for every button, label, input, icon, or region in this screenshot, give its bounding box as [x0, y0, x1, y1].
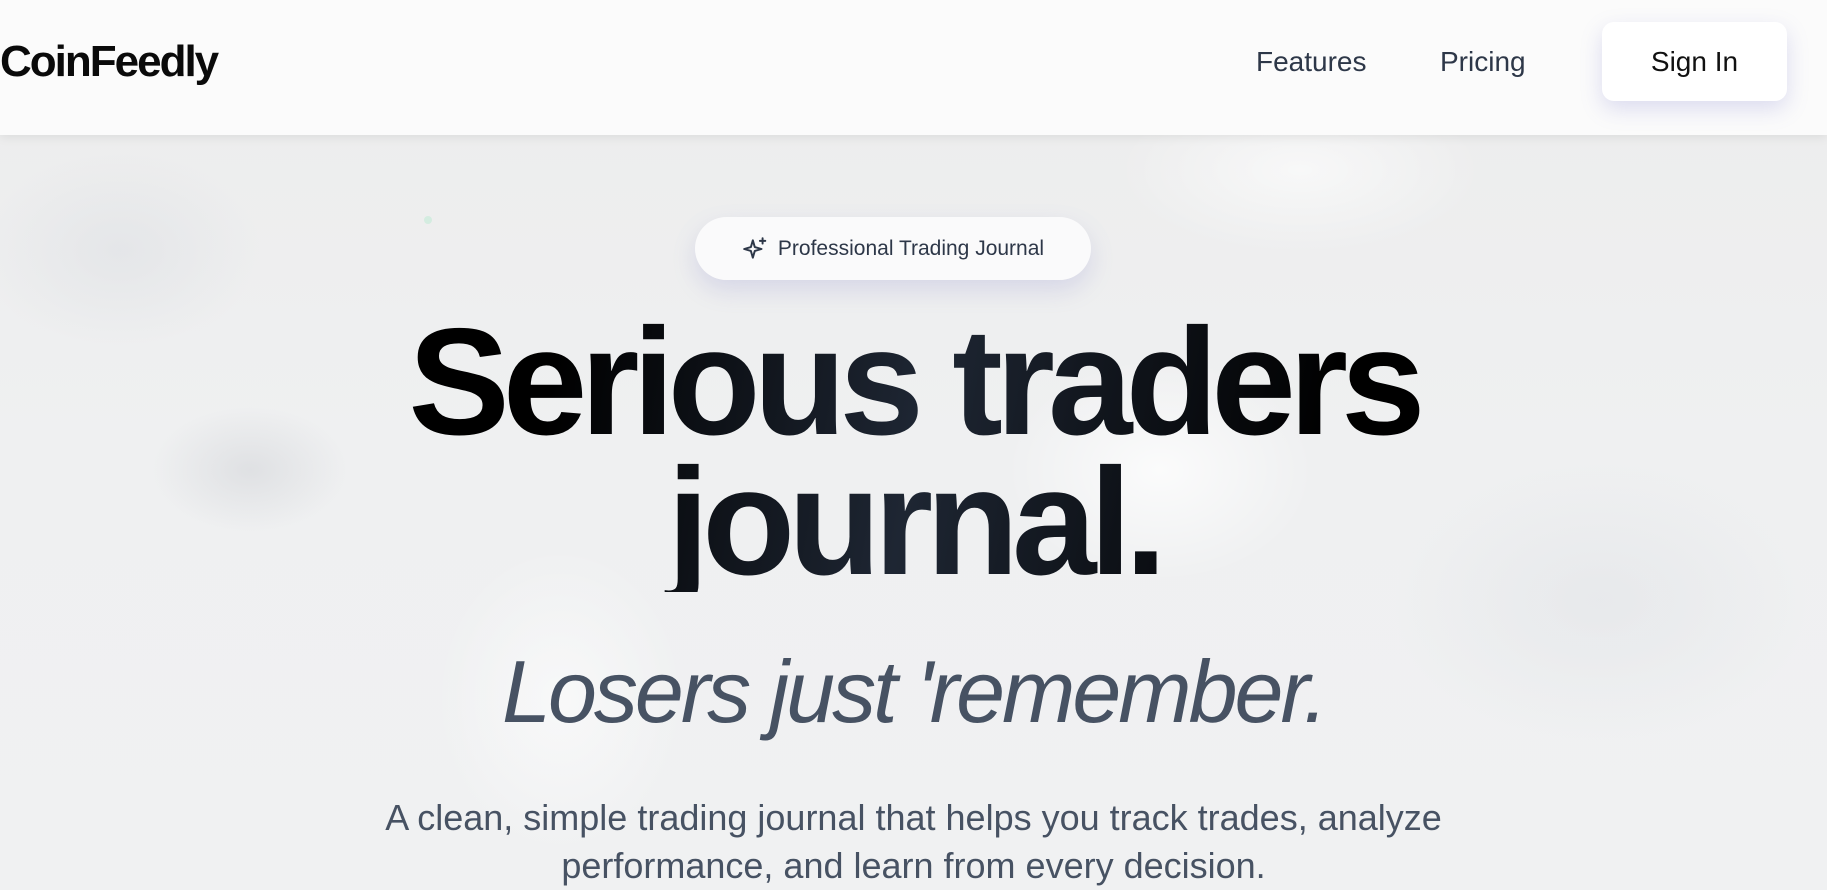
description-line-1: A clean, simple trading journal that hel…: [385, 797, 1442, 838]
headline-line-2: journal.: [667, 437, 1160, 607]
description-line-2: performance, and learn from every decisi…: [561, 845, 1266, 886]
top-navbar: CoinFeedly Features Pricing Sign In: [0, 0, 1827, 135]
headline-line-1: Serious traders: [408, 297, 1419, 467]
hero-description: A clean, simple trading journal that hel…: [0, 794, 1827, 890]
decorative-dot: [424, 216, 432, 224]
hero-badge: Professional Trading Journal: [695, 217, 1091, 280]
hero-headline: Serious traders journal.: [0, 312, 1827, 592]
badge-label: Professional Trading Journal: [777, 236, 1045, 260]
nav-link-pricing[interactable]: Pricing: [1440, 44, 1526, 80]
nav-link-features[interactable]: Features: [1256, 44, 1367, 80]
sign-in-button[interactable]: Sign In: [1602, 22, 1787, 101]
hero-tagline: Losers just 'remember.: [502, 642, 1328, 741]
sparkles-icon: [743, 236, 767, 259]
brand-logo[interactable]: CoinFeedly: [0, 36, 219, 88]
